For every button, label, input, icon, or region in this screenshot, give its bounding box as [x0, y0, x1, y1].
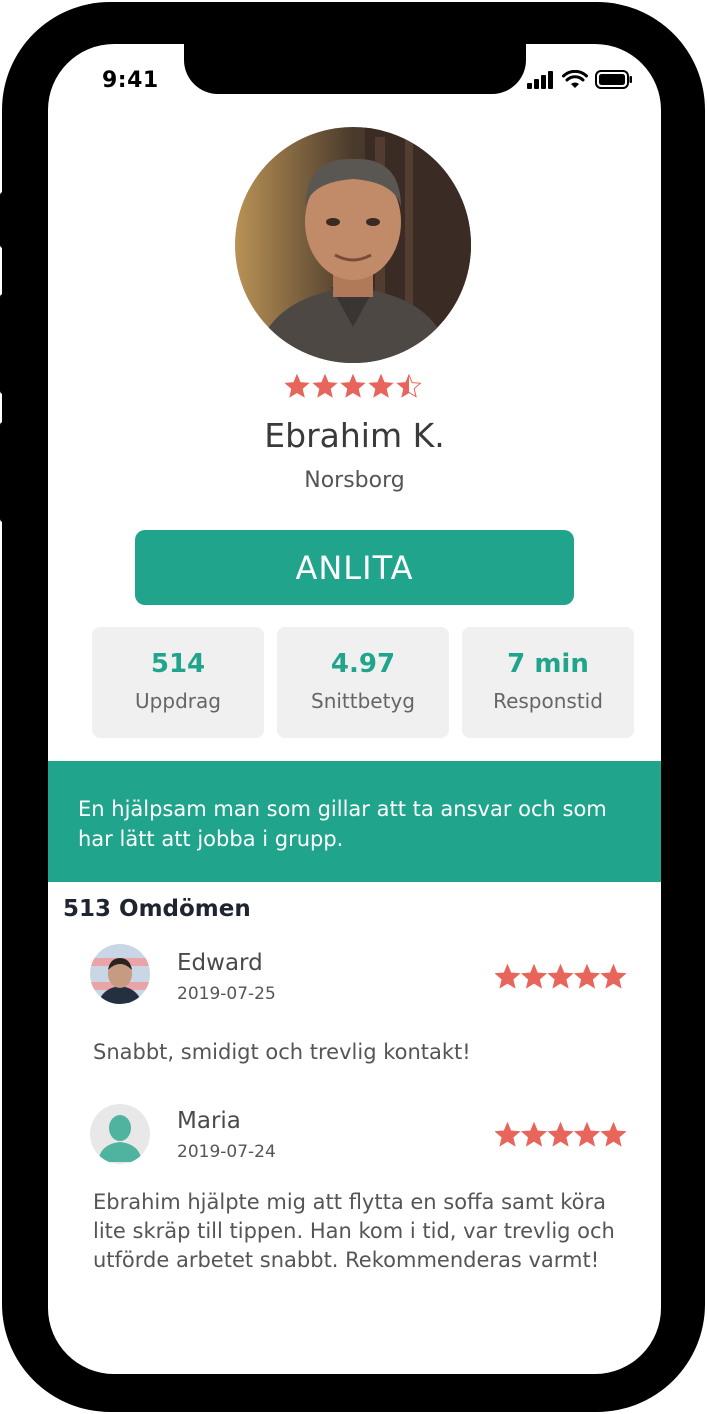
reviews-title: 513 Omdömen: [63, 896, 251, 922]
star-icon: [494, 963, 521, 989]
review-rating: [494, 1121, 627, 1152]
mute-switch: [0, 192, 6, 248]
reviewer-name: Maria: [177, 1108, 241, 1134]
bio-banner: En hjälpsam man som gillar att ta ansvar…: [48, 761, 661, 882]
profile-name: Ebrahim K.: [264, 416, 445, 455]
volume-down-button: [0, 422, 6, 522]
stat-value: 4.97: [330, 649, 396, 679]
cellular-signal-icon: [527, 70, 553, 89]
stat-response-time: 7 min Responstid: [462, 627, 634, 738]
star-icon: [600, 1121, 627, 1147]
stat-assignments: 514 Uppdrag: [92, 627, 264, 738]
screen: 9:41 Ebrahim K. Norsborg ANLITA 514 Uppd…: [48, 44, 661, 1374]
star-icon: [547, 1121, 574, 1147]
stat-value: 7 min: [507, 649, 589, 679]
star-icon: [494, 1121, 521, 1147]
phone-frame: 9:41 Ebrahim K. Norsborg ANLITA 514 Uppd…: [0, 2, 705, 1412]
reviewer-avatar: [90, 1104, 150, 1164]
status-icons: [527, 70, 633, 89]
star-icon: [520, 963, 548, 989]
star-icon: [547, 963, 574, 989]
stat-label: Uppdrag: [135, 689, 221, 713]
profile-location: Norsborg: [304, 468, 405, 493]
stat-value: 514: [150, 649, 206, 679]
status-time: 9:41: [102, 68, 159, 93]
review-date: 2019-07-25: [177, 984, 276, 1004]
star-rating-icon: [494, 963, 627, 989]
star-icon: [311, 373, 338, 398]
reviewer-avatar: [90, 944, 150, 1004]
battery-icon: [595, 70, 632, 89]
star-icon: [283, 373, 310, 398]
stat-label: Responstid: [493, 689, 603, 713]
star-icon: [367, 373, 394, 398]
hire-button[interactable]: ANLITA: [135, 530, 574, 605]
star-icon: [573, 963, 601, 989]
reviewer-name: Edward: [177, 950, 263, 976]
review-rating: [494, 963, 627, 994]
notch: [184, 44, 526, 94]
star-rating-icon: [494, 1121, 627, 1147]
wifi-icon: [562, 70, 588, 88]
profile-avatar: [235, 127, 471, 363]
stat-average-rating: 4.97 Snittbetyg: [277, 627, 449, 738]
review-text: Snabbt, smidigt och trevlig kontakt!: [93, 1040, 471, 1064]
profile-rating: [48, 373, 661, 404]
review-date: 2019-07-24: [177, 1142, 276, 1162]
star-icon: [520, 1121, 548, 1147]
volume-up-button: [0, 294, 6, 394]
stat-label: Snittbetyg: [311, 689, 415, 713]
star-icon: [573, 1121, 601, 1147]
review-text: Ebrahim hjälpte mig att flytta en soffa …: [93, 1190, 615, 1272]
star-icon: [600, 963, 627, 989]
star-rating-icon: [283, 373, 422, 398]
star-icon: [339, 373, 366, 398]
